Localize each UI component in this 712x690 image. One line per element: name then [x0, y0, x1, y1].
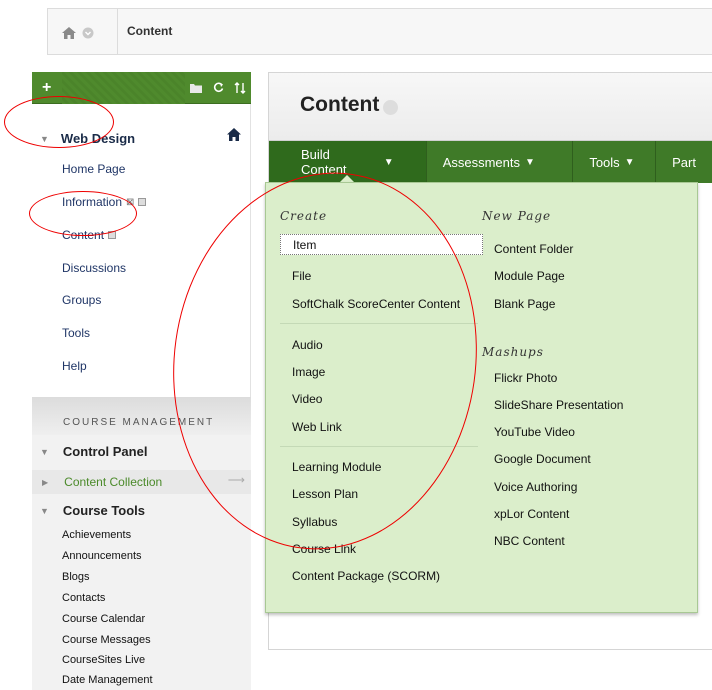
- menu-item-content-package[interactable]: Content Package (SCORM): [292, 569, 440, 583]
- new-page-heading: New Page: [482, 209, 552, 223]
- course-tool-course-calendar[interactable]: Course Calendar: [62, 613, 145, 625]
- sidebar-item-groups[interactable]: Groups: [62, 293, 101, 307]
- menu-item-xplor-content[interactable]: xpLor Content: [494, 507, 569, 521]
- menu-item-voice-authoring[interactable]: Voice Authoring: [494, 480, 577, 494]
- menu-item-blank-page[interactable]: Blank Page: [494, 297, 555, 311]
- chevron-down-icon: ▼: [525, 156, 535, 168]
- control-panel-label: Control Panel: [62, 444, 148, 459]
- annotation-circle-content-link: [29, 191, 137, 236]
- course-tool-coursesites-live[interactable]: CourseSites Live: [62, 654, 145, 666]
- course-tool-contacts[interactable]: Contacts: [62, 592, 105, 604]
- course-tool-course-messages[interactable]: Course Messages: [62, 634, 151, 646]
- sidebar-item-label: Help: [62, 359, 87, 373]
- sidebar-item-help[interactable]: Help: [62, 359, 87, 373]
- chevron-down-icon[interactable]: [82, 27, 94, 39]
- course-home-icon[interactable]: [227, 128, 241, 141]
- add-menu-item-button[interactable]: +: [42, 79, 62, 97]
- menu-item-nbc-content[interactable]: NBC Content: [494, 534, 565, 548]
- page-title-text: Content: [300, 93, 380, 116]
- assessments-label: Assessments: [442, 154, 520, 170]
- course-tool-achievements[interactable]: Achievements: [62, 529, 131, 541]
- breadcrumb-home[interactable]: [62, 24, 102, 42]
- menu-item-slideshare[interactable]: SlideShare Presentation: [494, 398, 623, 412]
- menu-item-module-page[interactable]: Module Page: [494, 269, 565, 283]
- control-panel-toggle[interactable]: ▼ Control Panel: [40, 444, 147, 459]
- breadcrumb-divider: [117, 9, 118, 55]
- sidebar-item-label: Groups: [62, 293, 102, 307]
- reorder-button[interactable]: [229, 77, 251, 99]
- annotation-circle-course-title: [4, 96, 114, 148]
- sidebar-item-home-page[interactable]: Home Page: [62, 162, 125, 176]
- partner-content-menu[interactable]: Part: [656, 141, 712, 183]
- content-header: Content: [269, 73, 712, 141]
- collapse-triangle-icon[interactable]: ▼: [40, 506, 49, 516]
- course-tools-toggle[interactable]: ▼ Course Tools: [40, 503, 145, 518]
- sidebar-item-tools[interactable]: Tools: [62, 326, 90, 340]
- assessments-menu[interactable]: Assessments ▼: [427, 141, 574, 183]
- menu-item-youtube-video[interactable]: YouTube Video: [494, 425, 575, 439]
- menu-item-flickr-photo[interactable]: Flickr Photo: [494, 371, 557, 385]
- menu-item-content-folder[interactable]: Content Folder: [494, 242, 573, 256]
- course-tool-date-management[interactable]: Date Management: [62, 674, 153, 686]
- breadcrumb: Content: [47, 8, 712, 55]
- course-tool-announcements[interactable]: Announcements: [62, 550, 142, 562]
- refresh-icon: [213, 82, 223, 93]
- sort-icon: [234, 81, 246, 94]
- sidebar-item-label: Tools: [62, 326, 91, 340]
- sidebar-item-label: Home Page: [62, 162, 126, 176]
- menu-item-google-document[interactable]: Google Document: [494, 452, 591, 466]
- page: Content + ▼ Web Design Home Page Informa…: [0, 0, 712, 690]
- collapse-triangle-icon[interactable]: ▼: [40, 447, 49, 457]
- content-collection-link[interactable]: ▶ Content Collection: [42, 475, 162, 489]
- tools-label: Tools: [589, 154, 620, 170]
- chevron-down-icon: ▼: [624, 156, 635, 168]
- breadcrumb-current: Content: [127, 24, 173, 38]
- folder-view-button[interactable]: [185, 77, 207, 99]
- page-title: Content: [300, 93, 399, 117]
- folder-icon: [190, 83, 202, 93]
- course-tools-label: Course Tools: [62, 503, 146, 518]
- tools-menu[interactable]: Tools ▼: [573, 141, 657, 183]
- mashups-heading: Mashups: [482, 345, 544, 359]
- sidebar-item-discussions[interactable]: Discussions: [62, 261, 126, 275]
- page-options-icon[interactable]: [383, 99, 399, 115]
- refresh-button[interactable]: [207, 77, 229, 99]
- home-icon: [62, 27, 76, 39]
- partner-content-label: Part: [672, 154, 696, 170]
- chevron-down-icon: ▼: [383, 156, 394, 168]
- empty-item-icon: [138, 198, 147, 206]
- sidebar-item-label: Discussions: [62, 261, 127, 275]
- expand-triangle-icon[interactable]: ▶: [42, 478, 48, 487]
- content-collection-label: Content Collection: [64, 475, 163, 489]
- course-tool-blogs[interactable]: Blogs: [62, 571, 90, 583]
